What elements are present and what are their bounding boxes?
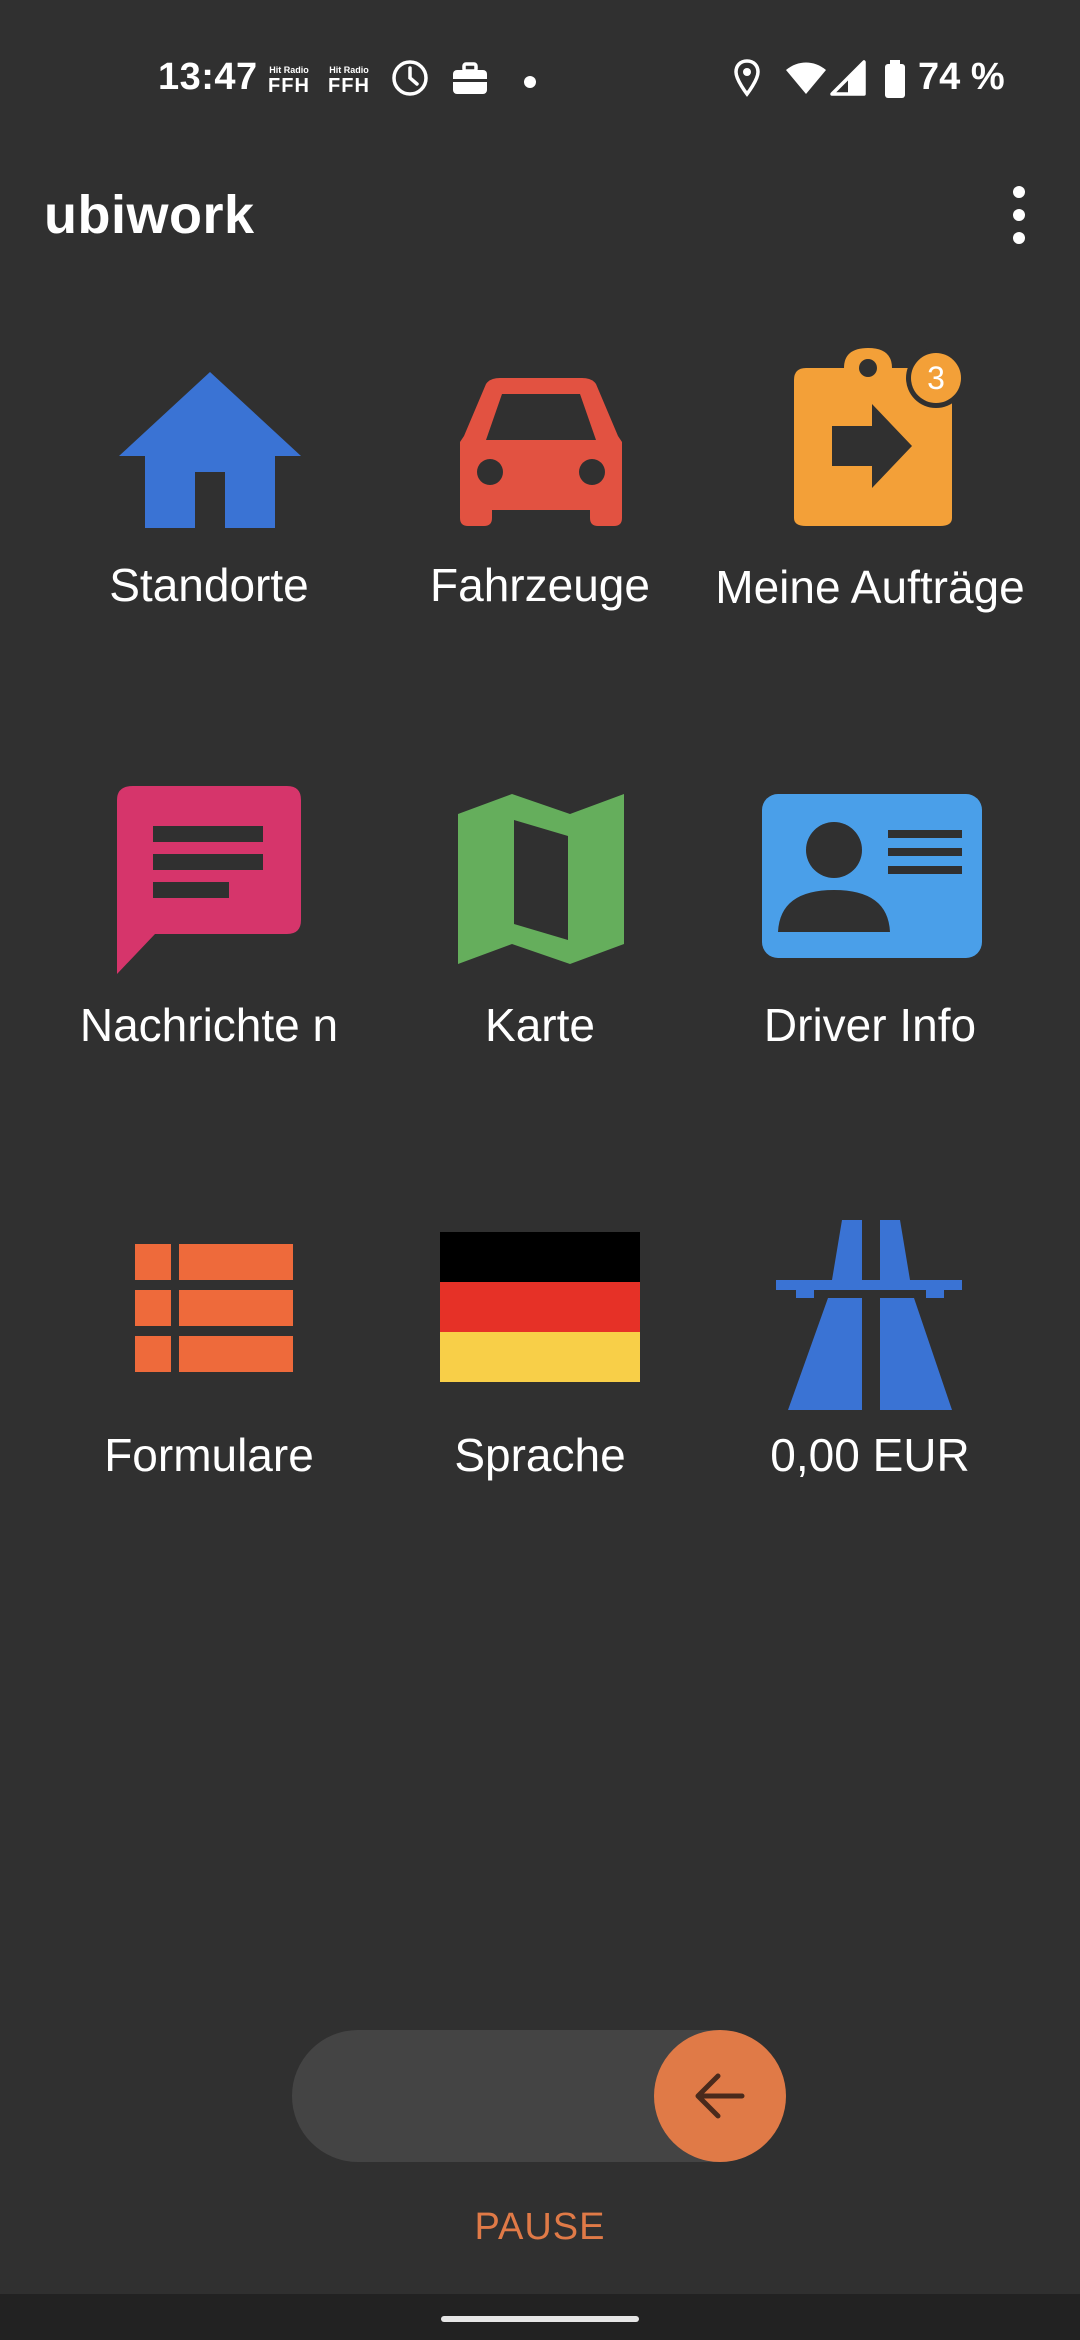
german-flag-icon — [440, 1232, 640, 1382]
clock-icon — [392, 60, 428, 96]
assignment-tag-icon: 3 — [794, 348, 966, 526]
location-icon — [734, 59, 760, 97]
tile-label: Meine Aufträge — [715, 561, 1025, 613]
tile-label: Fahrzeuge — [430, 559, 650, 611]
wifi-icon — [786, 62, 826, 94]
tile-standorte[interactable]: Standorte — [49, 350, 369, 690]
message-icon — [117, 786, 301, 974]
tile-karte[interactable]: Karte — [380, 780, 700, 1120]
signal-icon — [830, 60, 866, 96]
tile-driver-info[interactable]: Driver Info — [710, 780, 1030, 1120]
tile-label: Formulare — [104, 1429, 314, 1481]
tile-meine-auftraege[interactable]: 3 Meine Aufträge — [710, 340, 1030, 690]
tile-label: Driver Info — [763, 999, 977, 1051]
radio-ffh-icon: Hit Radio FFH — [268, 65, 310, 98]
tile-sprache[interactable]: Sprache — [380, 1220, 700, 1520]
map-icon — [458, 794, 624, 964]
more-options-icon[interactable] — [998, 182, 1040, 248]
briefcase-icon — [453, 62, 487, 94]
radio-ffh-icon: Hit Radio FFH — [328, 65, 370, 98]
tile-fahrzeuge[interactable]: Fahrzeuge — [380, 350, 700, 690]
tile-label: Karte — [485, 999, 595, 1051]
tile-label: Nachrichte n — [79, 999, 339, 1051]
list-form-icon — [135, 1244, 293, 1372]
home-indicator[interactable] — [441, 2316, 639, 2322]
notification-dot-icon — [524, 76, 536, 88]
status-bar: 13:47 Hit Radio FFH Hit Radio FFH 74 % — [0, 0, 1080, 120]
app-title: ubiwork — [44, 185, 255, 245]
pause-slider-knob[interactable] — [654, 2030, 786, 2162]
home-icon — [119, 372, 301, 528]
tile-label: 0,00 EUR — [770, 1429, 970, 1481]
tile-nachrichten[interactable]: Nachrichte n — [49, 780, 369, 1120]
status-time: 13:47 — [158, 56, 258, 98]
highway-toll-icon — [776, 1220, 962, 1410]
car-icon — [460, 378, 622, 526]
tile-toll[interactable]: 0,00 EUR — [710, 1210, 1030, 1520]
badge-count: 3 — [927, 360, 945, 396]
battery-level: 74 % — [918, 56, 1005, 98]
pause-label[interactable]: PAUSE — [0, 2206, 1080, 2249]
driver-id-card-icon — [762, 794, 982, 958]
home-screen: 13:47 Hit Radio FFH Hit Radio FFH 74 % u… — [0, 0, 1080, 2340]
battery-icon — [885, 60, 905, 98]
arrow-left-icon — [695, 2073, 745, 2119]
tile-label: Standorte — [109, 559, 309, 611]
tile-formulare[interactable]: Formulare — [49, 1220, 369, 1520]
tile-label: Sprache — [454, 1429, 626, 1481]
